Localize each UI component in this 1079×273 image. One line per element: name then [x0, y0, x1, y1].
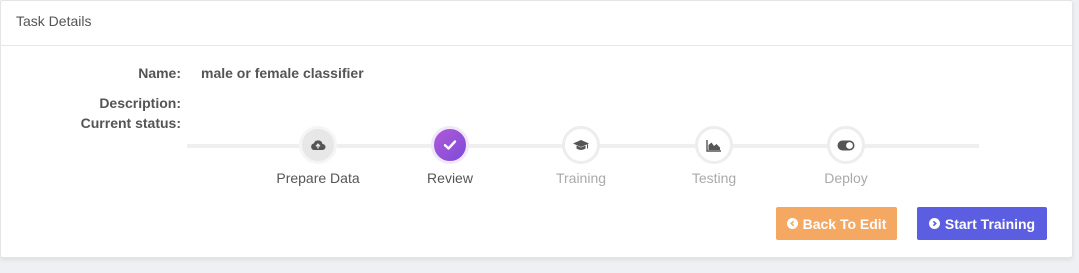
current-status-label: Current status: [80, 115, 181, 131]
chevron-left-icon [786, 218, 798, 229]
toggle-icon [837, 140, 855, 150]
step-testing-circle [695, 126, 733, 164]
step-prepare-data-circle [299, 126, 337, 164]
step-testing: Testing [654, 126, 774, 186]
step-deploy: Deploy [786, 126, 906, 186]
task-details-panel: Task Details Name: male or female classi… [0, 0, 1073, 258]
back-to-edit-button[interactable]: Back To Edit [776, 207, 897, 240]
name-label: Name: [138, 65, 181, 81]
step-review-label: Review [427, 170, 473, 186]
step-training-circle [562, 126, 600, 164]
chevron-right-icon [928, 218, 940, 229]
start-training-button[interactable]: Start Training [917, 207, 1047, 240]
graduation-cap-icon [573, 139, 589, 150]
step-deploy-circle [827, 126, 865, 164]
step-training-label: Training [555, 170, 607, 186]
step-training: Training [521, 126, 641, 186]
check-icon [443, 140, 457, 150]
back-to-edit-label: Back To Edit [802, 215, 887, 232]
step-testing-label: Testing [691, 170, 737, 186]
area-chart-icon [706, 139, 721, 152]
name-value: male or female classifier [201, 65, 364, 81]
cloud-upload-icon [311, 140, 326, 150]
step-review: Review [390, 126, 510, 186]
panel-title: Task Details [1, 1, 1072, 46]
step-prepare-data-label: Prepare Data [276, 170, 360, 186]
step-prepare-data: Prepare Data [258, 126, 378, 186]
description-label: Description: [99, 95, 181, 111]
step-review-circle [431, 126, 469, 164]
start-training-label: Start Training [944, 215, 1036, 232]
step-deploy-label: Deploy [824, 170, 868, 186]
